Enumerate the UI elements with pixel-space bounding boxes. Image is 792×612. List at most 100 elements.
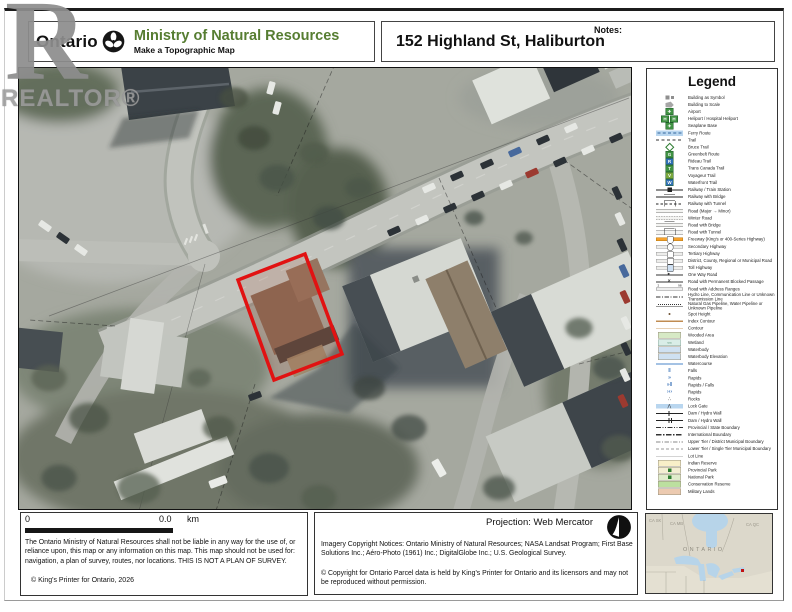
map-address-title: 152 Highland St, Haliburton [396, 33, 605, 51]
legend-row: Building to Scale [651, 101, 778, 108]
legend-row: Building as Symbol [651, 94, 778, 101]
legend-symbol-blueline [651, 363, 688, 364]
parcel-notice: © Copyright for Ontario Parcel data is h… [321, 569, 633, 587]
legend-row: Contour [651, 325, 778, 332]
legend-label: Winter Road [688, 216, 776, 221]
legend-row: International Boundary [651, 431, 778, 438]
legend-row: Road with Tunnel [651, 229, 778, 236]
legend-label: Heliport / Hospital Heliport [688, 117, 776, 122]
legend-symbol-roadwin [651, 216, 688, 220]
legend-label: Trans Canada Trail [688, 166, 776, 171]
legend-label: National Park [688, 475, 776, 480]
legend-symbol-gicon: ✈ [651, 108, 688, 115]
legend-label: Contour [688, 326, 776, 331]
legend-label: Dam / Hydro Wall [688, 418, 776, 423]
legend-label: Ferry Route [688, 131, 776, 136]
legend-row: TTrans Canada Trail [651, 165, 778, 172]
legend-row: Bruce Trail [651, 144, 778, 151]
legend-symbol-gicon: W [651, 179, 688, 186]
legend-symbol-wetland: ≈≈ [651, 339, 688, 346]
legend-row: Toll Highway [651, 264, 778, 271]
legend-label: Seaplane Base [688, 124, 776, 129]
legend-row: One Way Road [651, 271, 778, 278]
legend-symbol-glyph: »‖ [651, 383, 688, 388]
scale-end-label: 0.0 [159, 514, 172, 524]
legend-symbol-area [651, 353, 688, 360]
legend-label: Rapids [688, 390, 776, 395]
legend-row: Index Contour [651, 318, 778, 325]
legend-label: Wooded Area [688, 333, 776, 338]
legend-label: Waterbody Elevation [688, 354, 776, 359]
legend-label: Tertiary Highway [688, 251, 776, 256]
legend-label: Greenbelt Route [688, 152, 776, 157]
legend-symbol-lotline [651, 456, 688, 457]
legend-symbol-hwysq [651, 259, 688, 263]
legend-symbol-glyph: ‖ [651, 368, 688, 373]
legend-symbol-railbr [651, 196, 688, 197]
legend-symbol-addr [651, 288, 688, 291]
legend-symbol-gicon2: HH [651, 115, 688, 122]
overview-inset-map: CA SK CA MB CA QC ONTARIO [645, 513, 773, 594]
legend-row: ✈Airport [651, 108, 778, 115]
aerial-photo [19, 68, 631, 509]
legend-symbol-areaIcon [651, 474, 688, 481]
legend-label: Provincial Park [688, 468, 776, 473]
ministry-text-block: Ministry of Natural Resources Make a Top… [134, 29, 339, 55]
legend-row: ≈≈Wetland [651, 339, 778, 346]
legend-label: Rocks [688, 397, 776, 402]
legend-symbol-gicon: G [651, 151, 688, 158]
north-arrow-icon [606, 514, 632, 540]
legend-row: ✈Seaplane Base [651, 122, 778, 129]
copyright-text: © King's Printer for Ontario, 2026 [31, 577, 134, 584]
legend-panel: Legend Building as SymbolBuilding to Sca… [646, 68, 778, 510]
inset-map-graphic: CA SK CA MB CA QC ONTARIO [646, 514, 772, 593]
legend-label: Rideau Trail [688, 159, 776, 164]
legend-row: Dam / Hydro Wall [651, 417, 778, 424]
legend-symbol-roadtu [651, 230, 688, 234]
legend-symbol-dam [651, 413, 688, 414]
legend-label: Railway / Train Station [688, 188, 776, 193]
legend-symbol-contourIndex [651, 321, 688, 323]
map-document-page: Ontario Ministry of Natural Resources Ma… [0, 0, 792, 612]
legend-label: Upper Tier / District Municipal Boundary [688, 440, 776, 445]
legend-row: Ferry Route [651, 129, 778, 136]
legend-symbol-roadmaj [651, 209, 688, 213]
legend-label: Military Lands [688, 489, 776, 494]
legend-label: Airport [688, 109, 776, 114]
legend-symbol-pipeline [651, 306, 688, 307]
footer-scale-box: 0 0.0 km The Ontario Ministry of Natural… [20, 512, 308, 596]
legend-label: Building to Scale [688, 102, 776, 107]
legend-row: HHHeliport / Hospital Heliport [651, 115, 778, 122]
legend-symbol-hwyrect [651, 252, 688, 256]
legend-row: WWaterfront Trail [651, 179, 778, 186]
legend-label: Watercourse [688, 362, 776, 367]
legend-row: Secondary Highway [651, 243, 778, 250]
legend-symbol-glyph: ∴ [651, 397, 688, 402]
legend-row: National Park [651, 474, 778, 481]
legend-symbol-hydro [651, 297, 688, 298]
legend-row: Military Lands [651, 488, 778, 495]
legend-label: Secondary Highway [688, 244, 776, 249]
legend-label: Lower Tier / Single Tier Municipal Bound… [688, 447, 776, 452]
legend-symbol-bldgscale [651, 102, 688, 108]
trillium-logo-icon [102, 30, 125, 53]
legend-row: Lower Tier / Single Tier Municipal Bound… [651, 445, 778, 452]
legend-label: Lot Line [688, 454, 776, 459]
legend-label: Indian Reserve [688, 461, 776, 466]
legend-row: Conservation Reserve [651, 481, 778, 488]
disclaimer-text: The Ontario Ministry of Natural Resource… [25, 538, 303, 566]
legend-label: Railway with Bridge [688, 195, 776, 200]
legend-row: Freeway (King's or 400-Series Highway) [651, 236, 778, 243]
legend-symbol-railsta [651, 189, 688, 190]
legend-symbol-area [651, 488, 688, 495]
legend-symbol-gicon: T [651, 165, 688, 172]
legend-row: RRideau Trail [651, 158, 778, 165]
notes-label: Notes: [594, 25, 622, 35]
legend-symbol-gicon: ✈ [651, 122, 688, 129]
legend-label: Index Contour [688, 319, 776, 324]
inset-region-label: CA QC [746, 522, 759, 527]
legend-symbol-dam2 [651, 420, 688, 421]
watermark-letter: R [5, 0, 87, 98]
scale-bar [25, 528, 173, 533]
legend-label: Conservation Reserve [688, 482, 776, 487]
